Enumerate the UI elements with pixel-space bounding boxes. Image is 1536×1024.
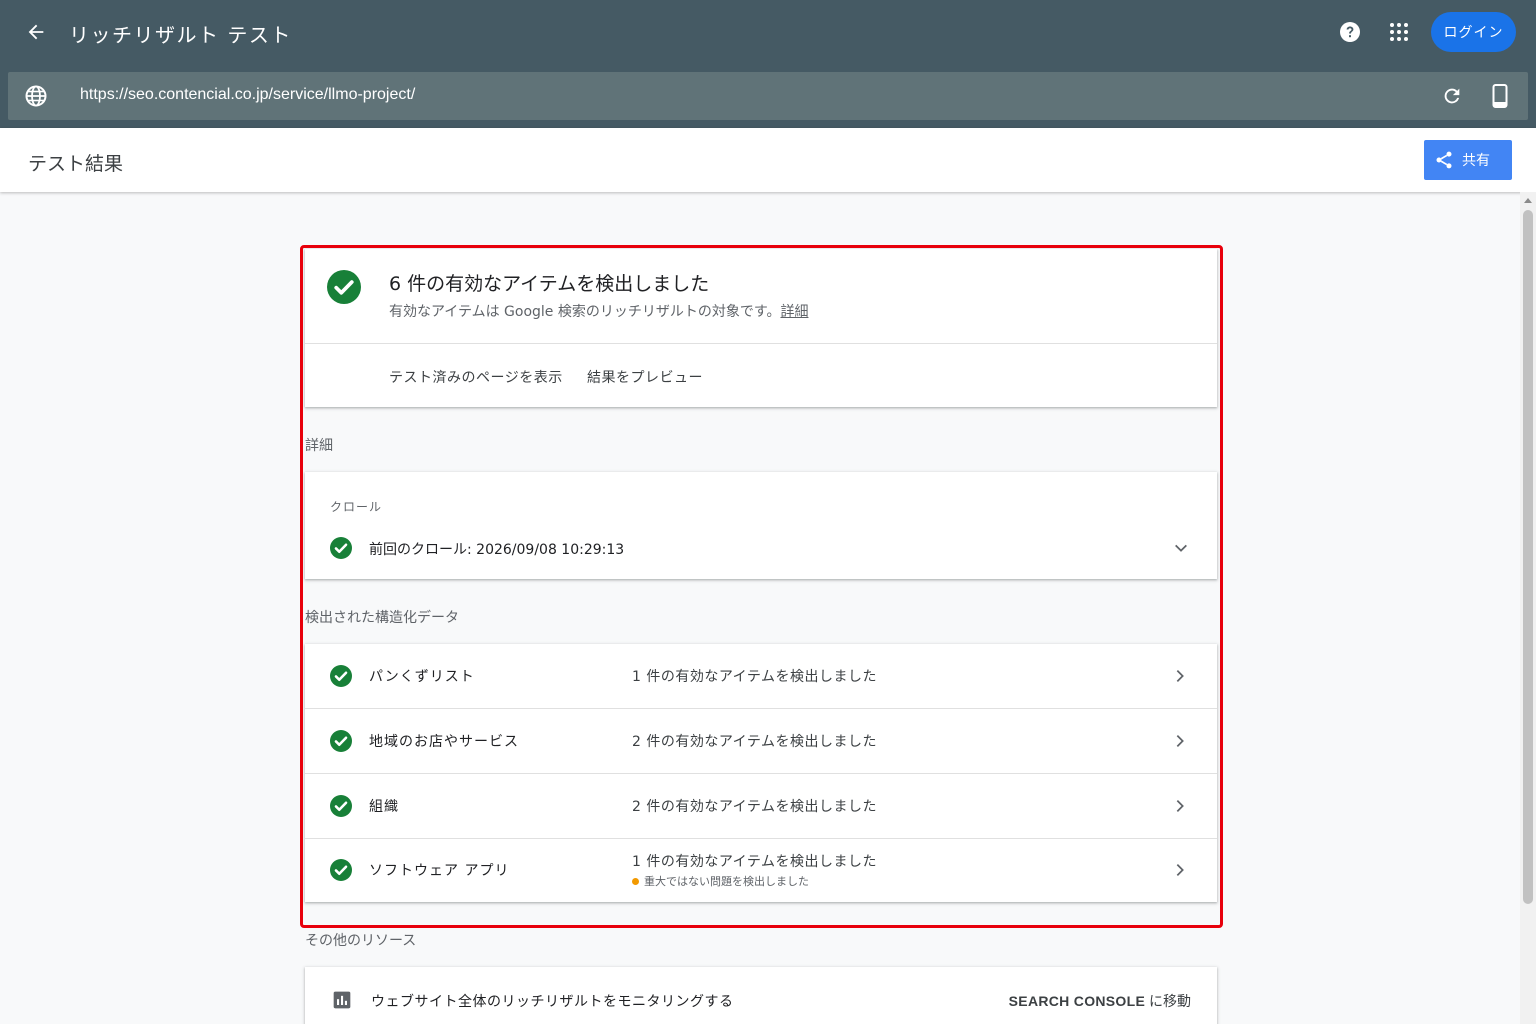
row-name: パンくずリスト	[369, 669, 475, 685]
chevron-right-icon	[1176, 670, 1184, 682]
check-circle-icon	[330, 537, 352, 559]
check-circle-icon	[330, 730, 352, 752]
scroll-up-arrow[interactable]	[1524, 198, 1532, 203]
help-button[interactable]	[1336, 18, 1364, 46]
app-title: リッチリザルト テスト	[69, 23, 292, 47]
row-name: 組織	[369, 799, 399, 815]
back-button[interactable]	[20, 16, 52, 48]
app-bar: リッチリザルト テスト ログイン https://seo.contencial.…	[0, 0, 1536, 128]
check-circle-icon	[327, 270, 361, 304]
summary-card: 6 件の有効なアイテムを検出しました 有効なアイテムは Google 検索のリッ…	[305, 249, 1217, 407]
bar-chart-icon	[333, 991, 351, 1009]
summary-subtitle-text: 有効なアイテムは Google 検索のリッチリザルトの対象です。	[389, 304, 781, 320]
check-circle-icon	[330, 859, 352, 881]
structured-data-row[interactable]: ソフトウェア アプリ 1 件の有効なアイテムを検出しました 重大ではない問題を検…	[305, 839, 1217, 902]
resources-section-label: その他のリソース	[305, 933, 417, 949]
scroll-thumb[interactable]	[1523, 210, 1533, 904]
details-link[interactable]: 詳細	[780, 304, 808, 320]
crawl-row[interactable]: 前回のクロール: 2026/09/08 10:29:13	[305, 530, 1217, 566]
chevron-right-icon	[1176, 735, 1184, 747]
crawl-card: クロール 前回のクロール: 2026/09/08 10:29:13	[305, 472, 1217, 579]
reload-button[interactable]	[1438, 84, 1466, 108]
check-circle-icon	[330, 665, 352, 687]
structured-data-section-label: 検出された構造化データ	[305, 610, 459, 626]
last-crawl-text: 前回のクロール: 2026/09/08 10:29:13	[369, 542, 625, 558]
check-circle-icon	[330, 795, 352, 817]
help-icon	[1340, 22, 1360, 42]
preview-results-button[interactable]: 結果をプレビュー	[587, 367, 703, 387]
search-console-link[interactable]: SEARCH CONSOLE に移動	[1009, 991, 1191, 1011]
row-status: 2 件の有効なアイテムを検出しました	[632, 734, 877, 750]
go-to-suffix: に移動	[1145, 993, 1191, 1009]
back-arrow-icon	[28, 24, 44, 40]
apps-button[interactable]	[1385, 18, 1413, 46]
chevron-right-icon	[1176, 864, 1184, 876]
structured-data-card: パンくずリスト 1 件の有効なアイテムを検出しました 地域のお店やサービス 2 …	[305, 644, 1217, 902]
apps-grid-icon	[1390, 23, 1408, 41]
warning-text: 重大ではない問題を検出しました	[644, 875, 809, 888]
search-console-label: SEARCH CONSOLE	[1008, 993, 1146, 1009]
row-name: ソフトウェア アプリ	[369, 863, 510, 879]
app-bar-top-row: リッチリザルト テスト ログイン	[0, 0, 1536, 64]
share-button[interactable]: 共有	[1424, 140, 1512, 180]
globe-icon	[25, 85, 47, 107]
resource-card[interactable]: ウェブサイト全体のリッチリザルトをモニタリングする SEARCH CONSOLE…	[305, 967, 1217, 1024]
url-bar: https://seo.contencial.co.jp/service/llm…	[8, 72, 1528, 120]
summary-subtitle: 有効なアイテムは Google 検索のリッチリザルトの対象です。詳細	[389, 301, 808, 321]
structured-data-row[interactable]: 組織 2 件の有効なアイテムを検出しました	[305, 774, 1217, 839]
warning-note: 重大ではない問題を検出しました	[632, 873, 809, 889]
row-status: 2 件の有効なアイテムを検出しました	[632, 799, 877, 815]
share-label: 共有	[1462, 153, 1490, 169]
share-icon	[1436, 151, 1452, 169]
resource-text: ウェブサイト全体のリッチリザルトをモニタリングする	[371, 994, 734, 1010]
login-button[interactable]: ログイン	[1431, 12, 1516, 52]
mobile-device-icon	[1492, 84, 1508, 108]
chevron-down-icon[interactable]	[1173, 540, 1189, 556]
divider	[305, 343, 1217, 344]
scrollbar[interactable]	[1520, 192, 1536, 1024]
view-tested-page-button[interactable]: テスト済みのページを表示	[389, 367, 563, 387]
row-name: 地域のお店やサービス	[369, 734, 519, 750]
crawl-label: クロール	[330, 500, 383, 514]
structured-data-row[interactable]: パンくずリスト 1 件の有効なアイテムを検出しました	[305, 644, 1217, 709]
mobile-device-button[interactable]	[1488, 83, 1512, 109]
summary-title: 6 件の有効なアイテムを検出しました	[389, 273, 710, 295]
row-status: 1 件の有効なアイテムを検出しました	[632, 854, 877, 870]
results-header: テスト結果 共有	[0, 128, 1536, 192]
structured-data-row[interactable]: 地域のお店やサービス 2 件の有効なアイテムを検出しました	[305, 709, 1217, 774]
page-title: テスト結果	[28, 153, 124, 175]
row-status: 1 件の有効なアイテムを検出しました	[632, 669, 877, 685]
reload-icon	[1444, 88, 1460, 104]
warning-dot-icon	[632, 877, 639, 885]
chevron-right-icon	[1176, 800, 1184, 812]
details-section-label: 詳細	[305, 438, 333, 454]
url-text[interactable]: https://seo.contencial.co.jp/service/llm…	[80, 86, 415, 104]
